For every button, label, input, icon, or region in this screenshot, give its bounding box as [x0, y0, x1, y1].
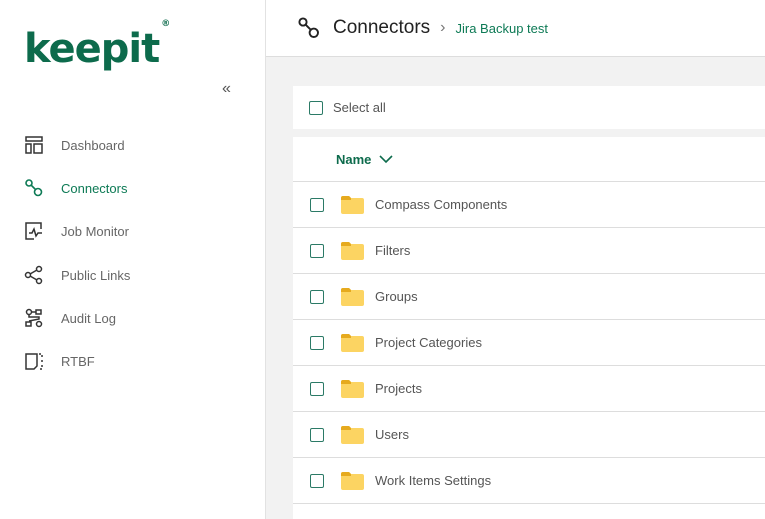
- sidebar-item-connectors[interactable]: Connectors: [24, 178, 127, 198]
- row-checkbox[interactable]: [310, 427, 324, 442]
- folder-icon: [341, 242, 364, 260]
- item-name[interactable]: Compass Components: [375, 197, 507, 212]
- item-name[interactable]: Project Categories: [375, 335, 482, 350]
- select-all-checkbox[interactable]: [309, 100, 323, 115]
- list-item[interactable]: Users: [293, 412, 765, 458]
- sidebar-item-label: Public Links: [61, 267, 131, 283]
- page-title[interactable]: Connectors: [333, 17, 430, 39]
- folder-icon: [341, 334, 364, 352]
- item-name[interactable]: Filters: [375, 243, 410, 258]
- share-icon: [24, 265, 43, 285]
- item-name[interactable]: Groups: [375, 289, 418, 304]
- row-checkbox[interactable]: [310, 335, 324, 350]
- item-name[interactable]: Projects: [375, 381, 422, 396]
- list-item[interactable]: Project Categories: [293, 320, 765, 366]
- sidebar-item-rtbf[interactable]: RTBF: [24, 351, 95, 371]
- item-name[interactable]: Work Items Settings: [375, 473, 491, 488]
- list-item[interactable]: Filters: [293, 228, 765, 274]
- connectors-icon: [25, 179, 43, 197]
- select-all-label[interactable]: Select all: [333, 100, 386, 115]
- folder-icon: [341, 380, 364, 398]
- folder-icon: [341, 288, 364, 306]
- job-monitor-icon: [25, 222, 42, 240]
- sidebar-item-label: Job Monitor: [61, 223, 129, 239]
- sidebar-item-label: RTBF: [61, 353, 95, 369]
- name-column-header[interactable]: Name: [293, 137, 765, 182]
- folder-icon: [341, 196, 364, 214]
- folder-icon: [341, 426, 364, 444]
- breadcrumb-current: Jira Backup test: [455, 20, 549, 36]
- folder-icon: [341, 472, 364, 490]
- row-checkbox[interactable]: [310, 243, 324, 258]
- item-list: Name Compass Components Filters Groups P…: [293, 137, 765, 519]
- dashboard-icon: [25, 136, 43, 154]
- column-label: Name: [336, 151, 372, 167]
- sidebar-item-label: Connectors: [61, 180, 128, 196]
- connectors-icon: [298, 17, 319, 38]
- logo-text: keepit: [24, 26, 160, 72]
- chevron-right-icon: ›: [440, 19, 446, 36]
- row-checkbox[interactable]: [310, 473, 324, 488]
- keepit-logo[interactable]: keepit®: [24, 19, 170, 72]
- sidebar-item-public-links[interactable]: Public Links: [24, 265, 130, 285]
- sidebar-item-label: Audit Log: [61, 310, 116, 326]
- sidebar-item-audit-log[interactable]: Audit Log: [24, 308, 116, 328]
- row-checkbox[interactable]: [310, 289, 324, 304]
- chevron-down-icon: [379, 155, 393, 164]
- list-item[interactable]: Groups: [293, 274, 765, 320]
- collapse-sidebar-button[interactable]: «: [222, 80, 231, 98]
- row-checkbox[interactable]: [310, 197, 324, 212]
- sidebar-item-job-monitor[interactable]: Job Monitor: [24, 221, 129, 241]
- list-item[interactable]: Compass Components: [293, 182, 765, 228]
- page-header: Connectors › Jira Backup test: [266, 0, 765, 57]
- list-item[interactable]: Projects: [293, 366, 765, 412]
- audit-log-icon: [25, 308, 43, 328]
- row-checkbox[interactable]: [310, 381, 324, 396]
- sidebar-item-dashboard[interactable]: Dashboard: [24, 135, 125, 155]
- list-item[interactable]: Work Items Settings: [293, 458, 765, 504]
- item-name[interactable]: Users: [375, 427, 409, 442]
- sidebar-item-label: Dashboard: [61, 137, 125, 153]
- rtbf-icon: [25, 353, 43, 370]
- sidebar: keepit® « Dashboard Connectors Job Monit…: [0, 0, 266, 519]
- select-all-bar: Select all: [293, 86, 765, 129]
